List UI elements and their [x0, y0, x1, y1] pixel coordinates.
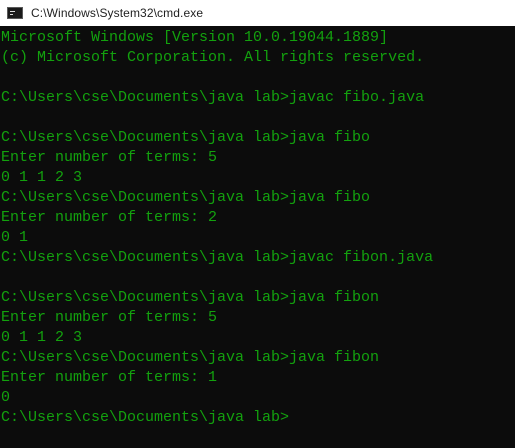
console-line: Enter number of terms: 2 — [1, 209, 218, 226]
console-line: (c) Microsoft Corporation. All rights re… — [1, 49, 425, 66]
console-line: 0 1 1 2 3 — [1, 169, 83, 186]
console-line: C:\Users\cse\Documents\java lab>java fib… — [1, 289, 380, 306]
console-line: Enter number of terms: 5 — [1, 309, 218, 326]
console-line: Enter number of terms: 1 — [1, 369, 218, 386]
cmd-window: C:\Windows\System32\cmd.exe Microsoft Wi… — [0, 0, 515, 448]
console-line: C:\Users\cse\Documents\java lab>javac fi… — [1, 89, 425, 106]
console-line: Microsoft Windows [Version 10.0.19044.18… — [1, 29, 389, 46]
console-line: 0 1 — [1, 229, 29, 246]
console-line: 0 — [1, 389, 11, 406]
title-bar[interactable]: C:\Windows\System32\cmd.exe — [0, 0, 515, 26]
console-line: C:\Users\cse\Documents\java lab>java fib… — [1, 349, 380, 366]
console-output[interactable]: Microsoft Windows [Version 10.0.19044.18… — [0, 28, 515, 448]
command-prompt: C:\Users\cse\Documents\java lab> — [1, 409, 290, 426]
console-line: C:\Users\cse\Documents\java lab>java fib… — [1, 189, 371, 206]
console-line: 0 1 1 2 3 — [1, 329, 83, 346]
console-app-icon — [7, 7, 23, 19]
console-line: C:\Users\cse\Documents\java lab>java fib… — [1, 129, 371, 146]
window-title: C:\Windows\System32\cmd.exe — [31, 6, 204, 20]
console-line: C:\Users\cse\Documents\java lab>javac fi… — [1, 249, 434, 266]
console-line: Enter number of terms: 5 — [1, 149, 218, 166]
